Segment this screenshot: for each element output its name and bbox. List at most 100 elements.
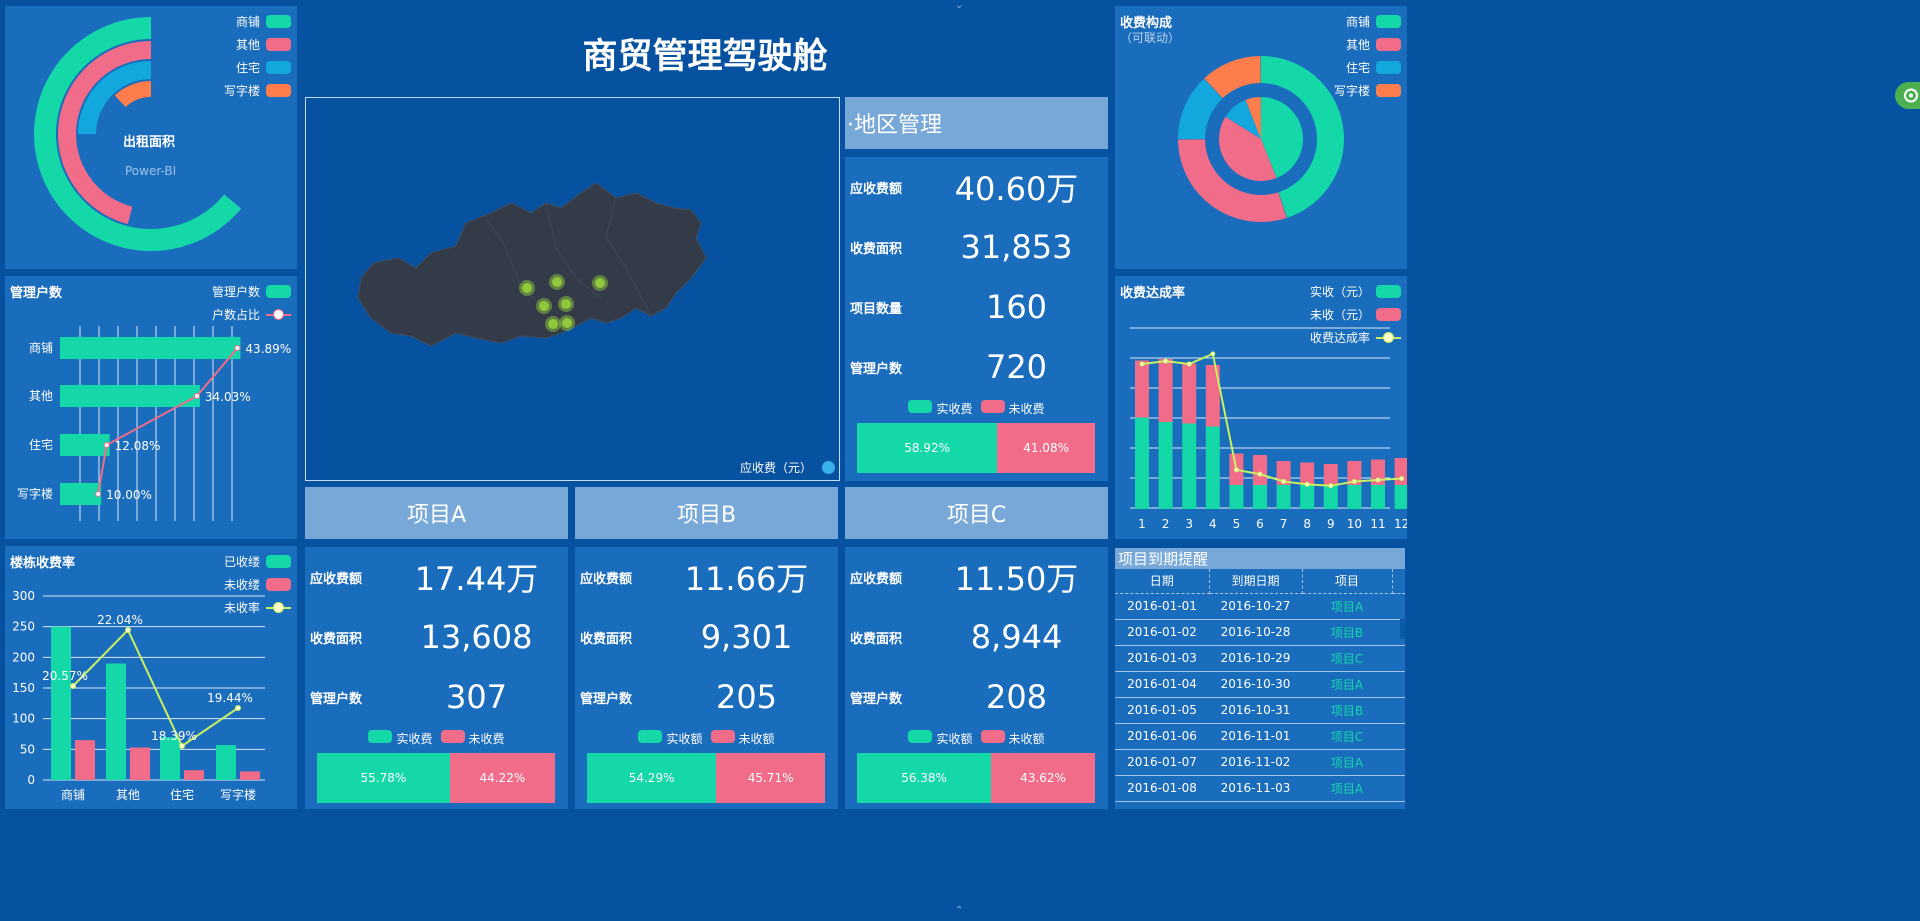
date-cell: 2016-01-07: [1115, 749, 1209, 776]
kpi-value: 13,608: [420, 618, 533, 656]
fee-composition-chart: [1178, 56, 1344, 223]
table-scrollbar[interactable]: [1400, 619, 1405, 639]
legend-item[interactable]: 其他: [224, 33, 291, 56]
table-row[interactable]: 2016-01-04 2016-10-30 项目A: [1115, 671, 1405, 698]
map-point-dot: [545, 316, 561, 332]
column-header[interactable]: 日期: [1115, 569, 1210, 594]
legend-item[interactable]: 实收额: [638, 730, 703, 747]
project-legend: 实收费 未收费: [305, 730, 568, 747]
legend-item[interactable]: 未收费: [440, 730, 505, 747]
map-shape: [357, 182, 707, 347]
column-header[interactable]: 项目: [1302, 569, 1393, 594]
due-date-cell: 2016-10-28: [1209, 619, 1302, 646]
rate-point: [1375, 477, 1381, 483]
data-label: 19.44%: [207, 691, 253, 705]
date-cell: 2016-01-01: [1115, 593, 1209, 620]
collection-rate-panel: 收费达成率 实收（元） 未收（元） 收费达成率 1 2 3 4 5 6 7 8 9 10 11 12: [1115, 276, 1407, 539]
legend-item[interactable]: 写字楼: [224, 79, 291, 102]
date-cell: 2016-01-08: [1115, 775, 1209, 802]
kpi-label: 应收费额: [850, 181, 903, 197]
kpi-value: 8,944: [970, 618, 1063, 656]
region-map[interactable]: [306, 98, 839, 480]
due-reminder-table: 日期 到期日期 项目 2016-01-01 2016-10-27 项目A 2016-0…: [1115, 569, 1405, 802]
project-cell: 项目C: [1302, 645, 1392, 672]
side-toggle-icon[interactable]: [1895, 82, 1920, 109]
due-reminder-header: 项目到期提醒: [1115, 548, 1405, 569]
x-tick-label: 11: [1370, 517, 1385, 531]
table-row[interactable]: 2016-01-07 2016-11-02 项目A: [1115, 749, 1405, 776]
legend-swatch: [638, 730, 663, 743]
bar: [106, 663, 126, 780]
legend-item[interactable]: 实收额: [908, 730, 973, 747]
kpi-label: 收费面积: [850, 631, 903, 647]
ratio-point: [103, 442, 110, 448]
category-label: 商铺: [29, 340, 53, 355]
data-label: 22.04%: [97, 613, 143, 627]
chevron-up-icon[interactable]: ⌄: [955, 0, 963, 11]
legend-swatch: [980, 400, 1005, 413]
kpi-label: 项目数量: [850, 301, 903, 317]
bar: [1135, 360, 1149, 418]
row-pad: [1392, 645, 1405, 672]
table-row[interactable]: 2016-01-06 2016-11-01 项目C: [1115, 723, 1405, 750]
due-date-cell: 2016-10-27: [1209, 593, 1302, 620]
map-point-dot: [559, 315, 575, 331]
bar: [1182, 423, 1197, 509]
legend-item[interactable]: 实收费: [368, 730, 433, 747]
uncollected-segment: 41.08%: [997, 423, 1095, 473]
category-label: 商铺: [61, 787, 85, 802]
column-header[interactable]: 到期日期: [1209, 569, 1303, 594]
bar: [51, 626, 71, 780]
bar: [1182, 363, 1197, 424]
bar: [1253, 485, 1267, 509]
y-tick-label: 200: [12, 650, 35, 664]
legend-swatch: [266, 38, 291, 51]
rate-point: [1210, 351, 1216, 357]
table-row[interactable]: 2016-01-08 2016-11-03 项目A: [1115, 775, 1405, 802]
ratio-line: [97, 347, 239, 495]
category-label: 其他: [116, 788, 140, 802]
table-row[interactable]: 2016-01-05 2016-10-31 项目B: [1115, 697, 1405, 724]
legend-item[interactable]: 实收费: [908, 400, 973, 417]
x-tick-label: 12: [1394, 517, 1407, 531]
bar: [1323, 464, 1338, 485]
project-cell: 项目B: [1302, 697, 1392, 724]
collected-segment: 56.38%: [857, 753, 992, 803]
table-row[interactable]: 2016-01-03 2016-10-29 项目C: [1115, 645, 1405, 672]
project-a-header[interactable]: 项目A: [305, 487, 568, 539]
project-legend: 实收额 未收额: [845, 730, 1108, 747]
map-panel[interactable]: 应收费（元）: [305, 97, 840, 481]
rate-line: [1141, 352, 1402, 487]
category-label: 写字楼: [17, 486, 53, 501]
legend-item[interactable]: 住宅: [224, 56, 291, 79]
bar: [1323, 485, 1338, 509]
legend-item[interactable]: 未收额: [980, 730, 1045, 747]
table-row[interactable]: 2016-01-02 2016-10-28 项目B: [1115, 619, 1405, 646]
x-tick-label: 6: [1256, 517, 1264, 531]
project-c-header[interactable]: 项目C: [845, 487, 1108, 539]
project-b-header[interactable]: 项目B: [575, 487, 838, 539]
bar: [1205, 426, 1220, 509]
map-point-dot: [558, 296, 574, 312]
fee-composition-panel: 收费构成 （可联动） 商铺 其他 住宅 写字楼: [1115, 6, 1407, 269]
rate-point: [1186, 361, 1192, 367]
map-point-dot: [592, 275, 608, 291]
bar: [1253, 455, 1267, 485]
kpi-label: 应收费额: [580, 571, 633, 587]
map-legend[interactable]: 应收费（元）: [740, 459, 835, 476]
project-cell: 项目C: [1302, 723, 1392, 750]
y-tick-label: 150: [12, 681, 35, 695]
legend-item[interactable]: 商铺: [224, 10, 291, 33]
table-row[interactable]: 2016-01-01 2016-10-27 项目A: [1115, 593, 1405, 620]
building-rate-panel: 楼栋收费率 已收缕 未收缕 未收率 300 250 200 150 100 50 0 商铺 其他…: [5, 546, 297, 809]
chevron-up-icon[interactable]: ⌃: [955, 905, 963, 916]
data-label: 43.89%: [245, 342, 291, 356]
x-tick-label: 2: [1162, 517, 1170, 531]
kpi-value: 17.44万: [414, 560, 539, 598]
bar: [75, 740, 95, 780]
legend-item[interactable]: 未收额: [710, 730, 775, 747]
legend-item[interactable]: 未收费: [980, 400, 1045, 417]
ratio-point: [234, 345, 241, 351]
y-tick-label: 250: [12, 620, 35, 634]
kpi-value: 307: [445, 678, 508, 716]
